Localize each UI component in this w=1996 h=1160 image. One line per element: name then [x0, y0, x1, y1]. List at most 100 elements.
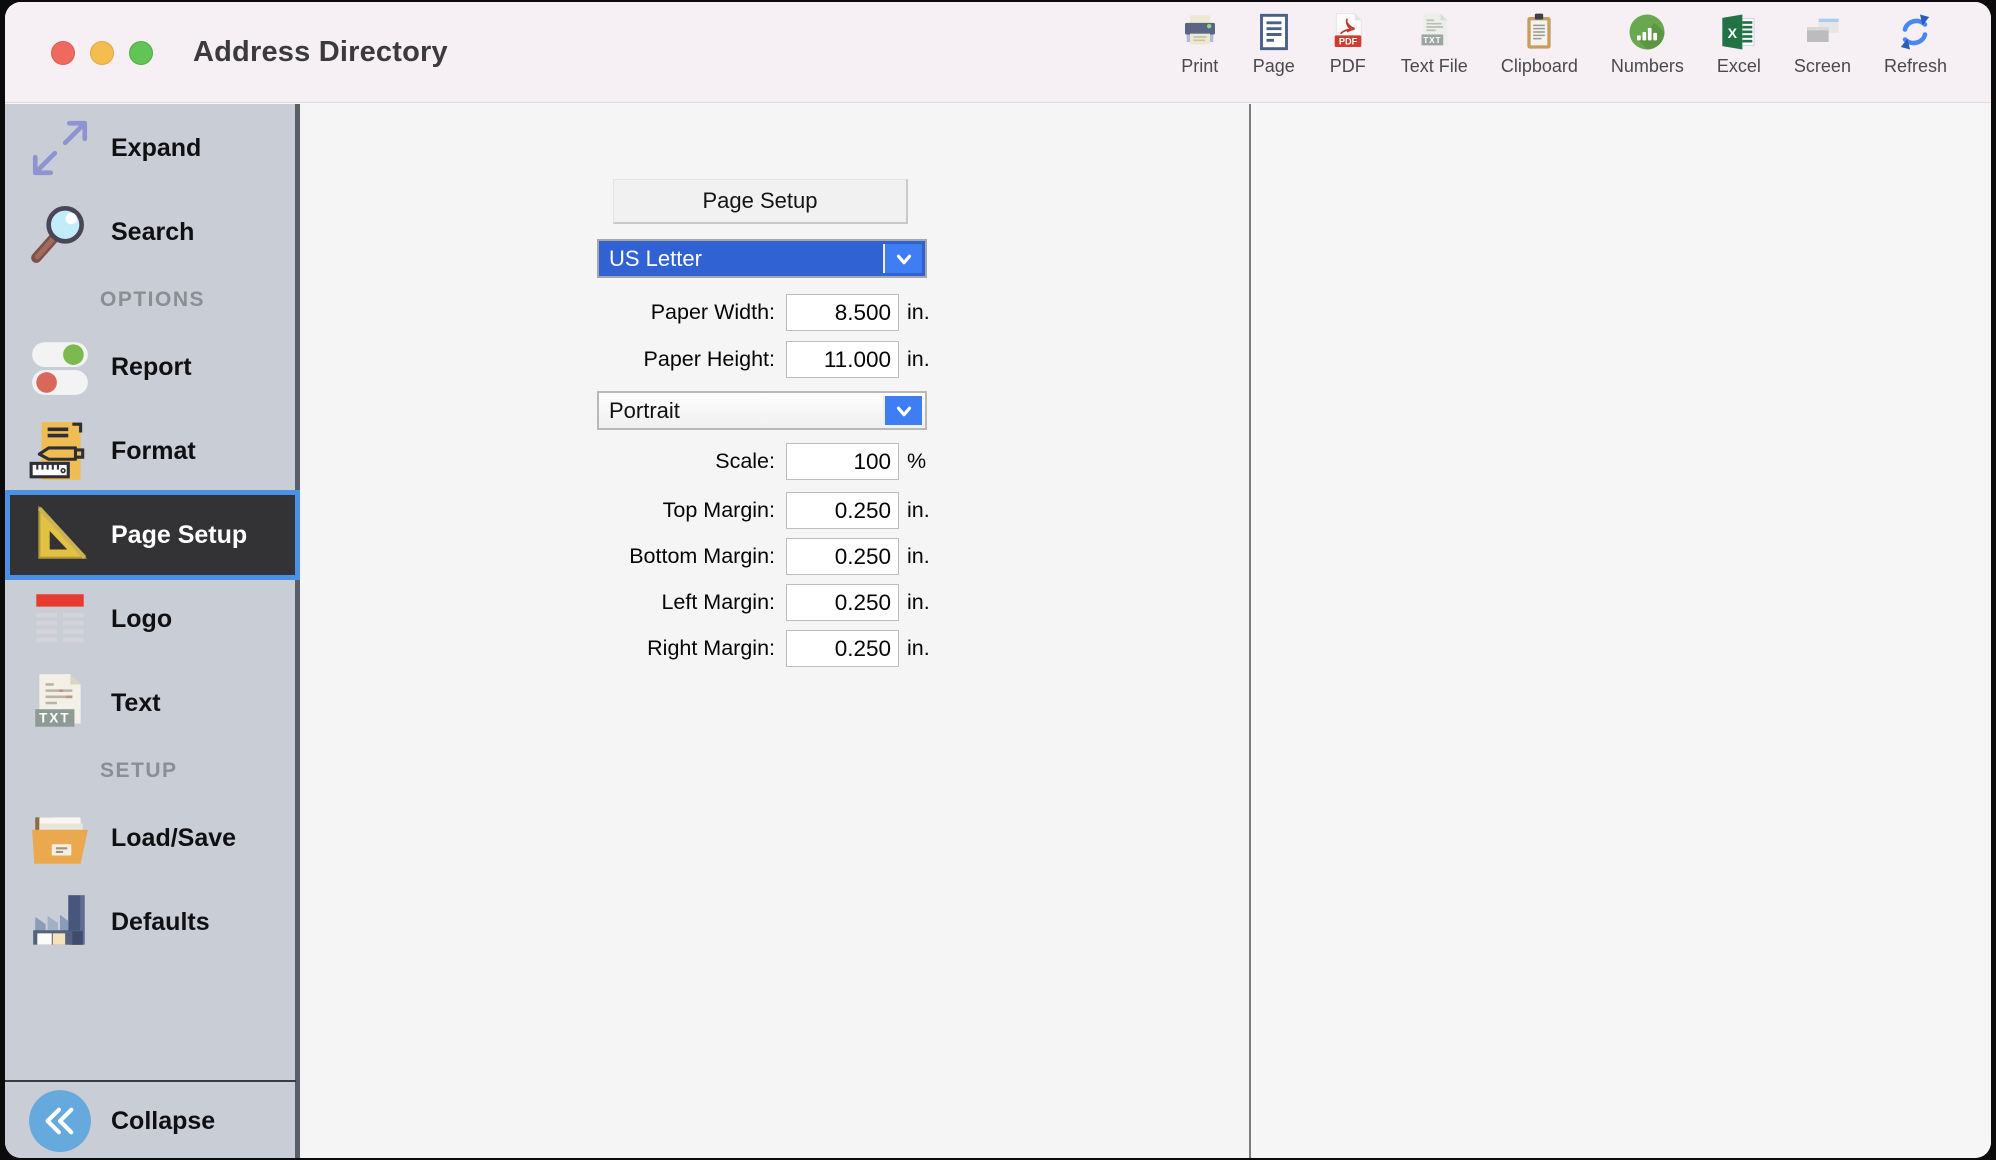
sidebar-item-label: Expand — [111, 134, 201, 163]
sidebar-item-label: Defaults — [111, 908, 210, 937]
top-margin-unit: in. — [907, 492, 930, 529]
sidebar-item-expand[interactable]: Expand — [5, 106, 300, 190]
sidebar-item-search[interactable]: Search — [5, 190, 300, 274]
sidebar-item-label: Format — [111, 437, 196, 466]
txt-document-icon: TXT — [27, 670, 93, 736]
close-window-button[interactable] — [51, 41, 75, 65]
refresh-label: Refresh — [1884, 56, 1947, 77]
paper-height-unit: in. — [907, 341, 930, 378]
pdf-file-icon: PDF — [1328, 12, 1368, 52]
bottom-margin-label: Bottom Margin: — [400, 538, 775, 575]
svg-text:X: X — [1728, 26, 1738, 42]
scale-input[interactable] — [786, 443, 899, 480]
format-document-icon — [27, 418, 93, 484]
sidebar-item-label: Logo — [111, 605, 172, 634]
excel-icon: X — [1719, 12, 1759, 52]
top-margin-input[interactable] — [786, 492, 899, 529]
paper-height-label: Paper Height: — [400, 341, 775, 378]
minimize-window-button[interactable] — [90, 41, 114, 65]
right-margin-row: Right Margin: in. — [300, 630, 1000, 667]
paper-size-value: US Letter — [609, 241, 702, 276]
orientation-value: Portrait — [609, 393, 680, 428]
search-icon — [27, 199, 93, 265]
sidebar-item-label: Report — [111, 353, 192, 382]
excel-label: Excel — [1717, 56, 1761, 77]
sidebar-item-defaults[interactable]: Defaults — [5, 880, 300, 964]
factory-icon — [27, 889, 93, 955]
print-label: Print — [1181, 56, 1218, 77]
paper-width-unit: in. — [907, 294, 930, 331]
chevron-down-icon[interactable] — [885, 244, 922, 273]
form-title: Page Setup — [613, 179, 908, 224]
sidebar-item-label: Search — [111, 218, 194, 247]
sidebar-item-label: Load/Save — [111, 824, 236, 853]
page-button[interactable]: Page — [1253, 12, 1295, 77]
print-button[interactable]: Print — [1180, 12, 1220, 77]
sidebar-item-label: Collapse — [111, 1107, 215, 1136]
toggles-icon — [27, 334, 93, 400]
orientation-select[interactable]: Portrait — [597, 391, 927, 430]
clipboard-button[interactable]: Clipboard — [1501, 12, 1578, 77]
left-margin-row: Left Margin: in. — [300, 584, 1000, 621]
sidebar-item-page-setup[interactable]: Page Setup — [5, 490, 300, 580]
refresh-button[interactable]: Refresh — [1884, 12, 1947, 77]
paper-width-input[interactable] — [786, 294, 899, 331]
numbers-chart-icon — [1627, 12, 1667, 52]
left-margin-unit: in. — [907, 584, 930, 621]
preview-pane — [1251, 104, 1991, 1158]
page-label: Page — [1253, 56, 1295, 77]
svg-text:PDF: PDF — [1339, 37, 1358, 47]
sidebar-section-setup: SETUP — [5, 746, 300, 796]
section-header: SETUP — [100, 759, 300, 783]
sidebar-item-label: Text — [111, 689, 161, 718]
zoom-window-button[interactable] — [129, 41, 153, 65]
bottom-margin-row: Bottom Margin: in. — [300, 538, 1000, 575]
sidebar-item-report[interactable]: Report — [5, 325, 300, 409]
window-title: Address Directory — [193, 36, 448, 69]
open-folder-icon — [27, 805, 93, 871]
text-file-button[interactable]: TXT Text File — [1401, 12, 1468, 77]
paper-height-row: Paper Height: in. — [300, 341, 1000, 378]
scale-unit: % — [907, 443, 926, 480]
set-square-icon — [27, 502, 93, 568]
bottom-margin-input[interactable] — [786, 538, 899, 575]
page-icon — [1254, 12, 1294, 52]
logo-layout-icon — [27, 586, 93, 652]
right-margin-unit: in. — [907, 630, 930, 667]
paper-height-input[interactable] — [786, 341, 899, 378]
pdf-label: PDF — [1330, 56, 1366, 77]
paper-width-row: Paper Width: in. — [300, 294, 1000, 331]
sidebar-item-logo[interactable]: Logo — [5, 577, 300, 661]
collapse-chevrons-icon — [27, 1088, 93, 1154]
clipboard-label: Clipboard — [1501, 56, 1578, 77]
chevron-down-icon[interactable] — [885, 396, 922, 425]
left-margin-label: Left Margin: — [400, 584, 775, 621]
text-file-label: Text File — [1401, 56, 1468, 77]
toolbar: Print Page P — [1180, 12, 1947, 77]
section-header: OPTIONS — [100, 288, 300, 312]
left-margin-input[interactable] — [786, 584, 899, 621]
screen-button[interactable]: Screen — [1794, 12, 1851, 77]
refresh-icon — [1895, 12, 1935, 52]
sidebar-item-collapse[interactable]: Collapse — [5, 1082, 300, 1158]
right-margin-input[interactable] — [786, 630, 899, 667]
sidebar-item-load-save[interactable]: Load/Save — [5, 796, 300, 880]
bottom-margin-unit: in. — [907, 538, 930, 575]
scale-row: Scale: % — [300, 443, 1000, 480]
svg-text:TXT: TXT — [39, 711, 70, 726]
top-margin-label: Top Margin: — [400, 492, 775, 529]
top-margin-row: Top Margin: in. — [300, 492, 1000, 529]
svg-text:TXT: TXT — [1424, 35, 1442, 45]
excel-button[interactable]: X Excel — [1717, 12, 1761, 77]
paper-width-label: Paper Width: — [400, 294, 775, 331]
sidebar-item-text[interactable]: TXT Text — [5, 661, 300, 745]
numbers-button[interactable]: Numbers — [1611, 12, 1684, 77]
printer-icon — [1180, 12, 1220, 52]
titlebar: Address Directory Print — [5, 2, 1991, 103]
sidebar-item-format[interactable]: Format — [5, 409, 300, 493]
app-window: Address Directory Print — [5, 2, 1991, 1158]
sidebar-section-options: OPTIONS — [5, 275, 300, 325]
pdf-button[interactable]: PDF PDF — [1328, 12, 1368, 77]
scale-label: Scale: — [400, 443, 775, 480]
paper-size-select[interactable]: US Letter — [597, 239, 927, 278]
